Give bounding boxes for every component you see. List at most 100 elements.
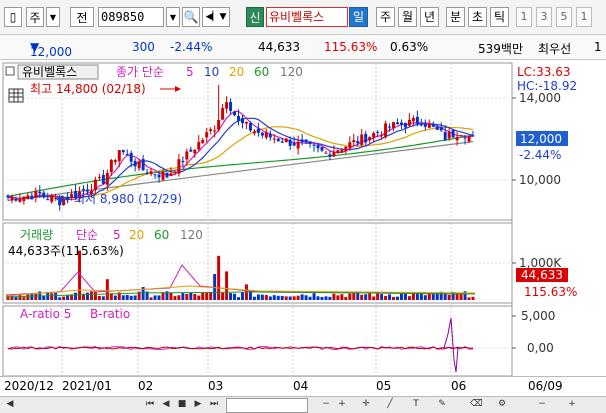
period-year[interactable]: 년 — [420, 7, 439, 27]
candle-body — [332, 152, 336, 157]
candle-body — [213, 130, 217, 132]
volume-bar — [62, 296, 66, 300]
price-value: 12,000 — [30, 45, 72, 59]
candle-body — [328, 154, 332, 157]
volume-bar — [217, 255, 221, 300]
volume-bar — [388, 294, 392, 300]
period-month[interactable]: 월 — [398, 7, 417, 27]
stock-chart[interactable]: 유비벨록스 종가 단순 5 10 20 60 120 최고 14,800 (02… — [0, 60, 606, 390]
interval-10[interactable]: 1 — [576, 7, 592, 27]
volume-bar — [157, 295, 161, 300]
lc-label: LC:33.63 — [517, 65, 570, 79]
volume-bar — [205, 292, 209, 300]
search-icon[interactable]: 🔍 — [182, 7, 200, 27]
volume-bar — [324, 296, 328, 300]
plus-icon[interactable]: + — [566, 398, 578, 411]
candle-body — [237, 116, 241, 121]
volume-bar — [407, 296, 411, 300]
candle-body — [201, 140, 205, 143]
interval-1[interactable]: 1 — [516, 7, 532, 27]
candle-body — [240, 118, 244, 124]
candle-body — [300, 139, 304, 142]
candle-body — [93, 179, 97, 190]
volume-bar — [22, 297, 26, 300]
period-tick[interactable]: 틱 — [490, 7, 509, 27]
candle-body — [141, 158, 145, 171]
volume-bar — [85, 292, 89, 300]
candle-body — [137, 161, 141, 169]
period-second[interactable]: 초 — [468, 7, 487, 27]
candle-body — [18, 198, 22, 202]
ratio-y-tick-zero: 0,00 — [527, 341, 554, 355]
ma20-line — [7, 126, 474, 200]
minus-icon[interactable]: − — [536, 398, 548, 411]
prev-button[interactable]: 전 — [70, 7, 94, 27]
speaker-icon[interactable]: ◀▏▼ — [202, 7, 230, 27]
current-price: 12,000 ▼ — [30, 40, 72, 59]
candle-body — [105, 172, 109, 185]
candle-body — [129, 152, 133, 162]
volume-ma20: 20 — [129, 228, 144, 242]
scroll-left-icon[interactable]: ◀ — [4, 398, 16, 411]
volume-bar — [336, 295, 340, 300]
stop-icon[interactable]: ■ — [176, 398, 188, 411]
new-badge: 신 — [246, 7, 264, 27]
candle-body — [280, 141, 284, 143]
last-page-icon[interactable]: ⏭ — [208, 398, 220, 411]
legend-ma60: 60 — [254, 65, 269, 79]
volume-bar — [344, 296, 348, 300]
next-page-icon[interactable]: ▶ — [192, 398, 204, 411]
first-page-icon[interactable]: ⏮ — [144, 398, 156, 411]
volume-bar — [225, 271, 229, 300]
stock-code-input[interactable]: 089850 — [98, 7, 164, 27]
candle-body — [288, 139, 292, 146]
volume-bar — [415, 292, 419, 300]
candle-body — [157, 174, 161, 178]
volume-bar — [320, 296, 324, 300]
period-day[interactable]: 일 — [349, 7, 368, 27]
ma5-path — [7, 110, 474, 201]
volume-bar — [252, 296, 256, 300]
volume-bar — [54, 293, 58, 300]
candle-body — [169, 173, 173, 177]
candle-body — [153, 174, 157, 176]
volume-bar — [185, 293, 189, 300]
prev-page-icon[interactable]: ◀ — [160, 398, 172, 411]
text-tool-icon[interactable]: T — [410, 398, 422, 411]
candle-body — [292, 143, 296, 146]
candle-body — [121, 149, 125, 153]
candle-body — [324, 152, 328, 154]
zoom-out-icon[interactable]: − — [320, 398, 332, 411]
interval-3[interactable]: 3 — [536, 7, 552, 27]
volume-bar — [276, 295, 280, 300]
candle-body — [336, 150, 340, 153]
candle-body — [312, 144, 316, 146]
period-week[interactable]: 주 — [376, 7, 395, 27]
candle-body — [173, 172, 177, 174]
chart-menu-icon[interactable]: ▯ — [4, 7, 22, 27]
volume-bar — [284, 296, 288, 300]
draw-line-icon[interactable]: ╱ — [384, 398, 396, 411]
volume-bar — [403, 293, 407, 300]
zoom-in-icon[interactable]: + — [336, 398, 348, 411]
period-minute[interactable]: 분 — [446, 7, 465, 27]
volume-bar — [300, 294, 304, 300]
crosshair-icon[interactable]: ✛ — [360, 398, 372, 411]
code-dropdown-icon[interactable]: ▼ — [166, 7, 180, 27]
candle-body — [113, 160, 117, 162]
scroll-track[interactable] — [226, 398, 308, 413]
grid-table-icon[interactable] — [8, 88, 24, 103]
volume-legend: 거래량 단순 5 20 60 120 44,633주(115.63%) — [8, 228, 203, 258]
ratio-lines — [7, 317, 474, 373]
current-volume-tag-text: 44,633 — [521, 268, 563, 282]
settings-icon[interactable]: ⚙ — [496, 398, 508, 411]
mode-selector[interactable]: 주 — [26, 7, 44, 27]
pen-icon[interactable]: ✎ — [436, 398, 448, 411]
candle-body — [205, 132, 209, 138]
high-annotation-text: 최고 14,800 (02/18) — [30, 82, 146, 96]
volume-bar — [384, 295, 388, 300]
legend-ma-label: 종가 단순 — [116, 65, 164, 79]
mode-dropdown-icon[interactable]: ▼ — [46, 7, 60, 27]
eraser-icon[interactable]: ⌫ — [470, 398, 483, 411]
interval-5[interactable]: 5 — [556, 7, 572, 27]
